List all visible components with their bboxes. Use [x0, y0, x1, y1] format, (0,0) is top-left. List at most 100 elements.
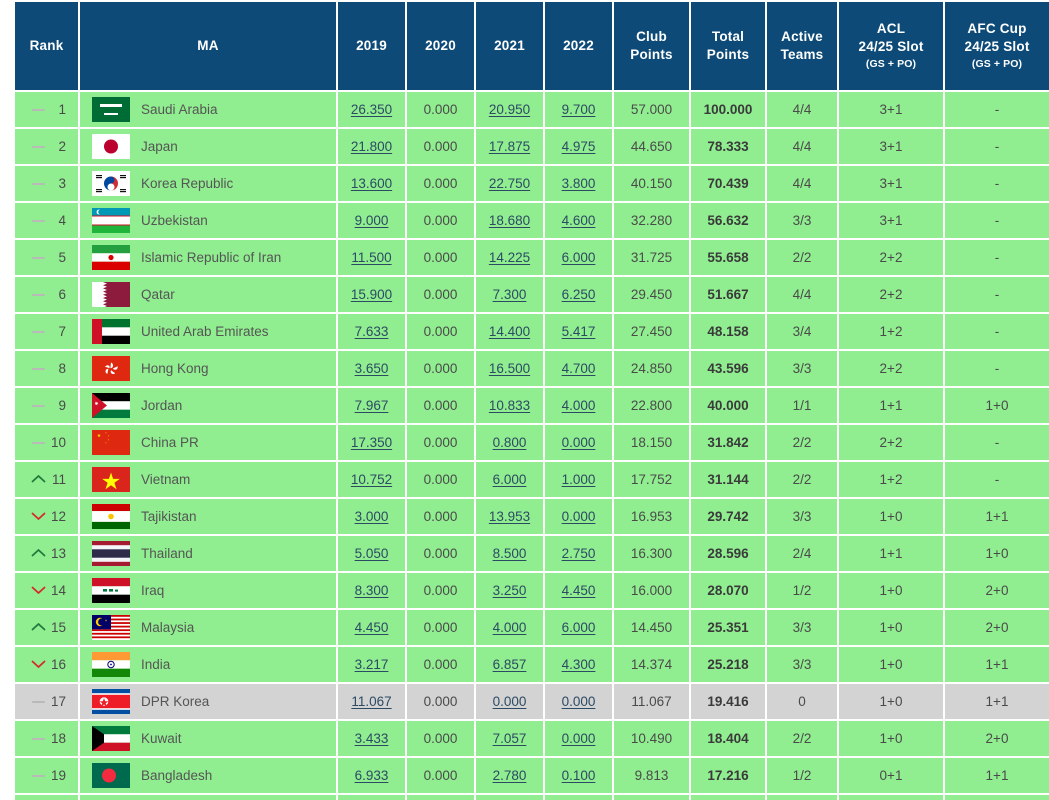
- points-link-2019[interactable]: 7.633: [355, 324, 389, 339]
- points-link-2019[interactable]: 9.000: [355, 213, 389, 228]
- points-link-2021[interactable]: 0.800: [493, 435, 527, 450]
- points-link-2021[interactable]: 7.300: [493, 287, 527, 302]
- cell-active-teams: 4/4: [767, 166, 837, 201]
- active-teams: 1/2: [792, 583, 812, 598]
- points-link-2022[interactable]: 6.000: [562, 620, 596, 635]
- table-row[interactable]: 20Lebanon6.9330.0002.6670.0009.60016.842…: [15, 795, 1049, 800]
- col-header-total-points[interactable]: Total Points: [691, 2, 765, 90]
- points-link-2019[interactable]: 3.000: [355, 509, 389, 524]
- col-header-ma[interactable]: MA: [80, 2, 336, 90]
- points-link-2021[interactable]: 7.057: [493, 731, 527, 746]
- points-link-2022[interactable]: 4.450: [562, 583, 596, 598]
- table-row[interactable]: 7 United Arab Emirates 7.633 0.000 14.400 5.4…: [15, 314, 1049, 349]
- points-link-2021[interactable]: 8.500: [493, 546, 527, 561]
- points-link-2021[interactable]: 22.750: [489, 176, 530, 191]
- points-link-2021[interactable]: 20.950: [489, 102, 530, 117]
- points-link-2022[interactable]: 5.417: [562, 324, 596, 339]
- table-row[interactable]: 10 China PR 17.350 0.000 0.800 0.000 18.150 31.…: [15, 425, 1049, 460]
- points-link-2022[interactable]: 0.000: [562, 435, 596, 450]
- points-link-2019[interactable]: 7.967: [355, 398, 389, 413]
- acl-slot: 1+0: [879, 620, 903, 635]
- table-row[interactable]: 16 India 3.217 0.000 6.857 4.300 14.374 25.218 3…: [15, 647, 1049, 682]
- points-link-2021[interactable]: 6.000: [493, 472, 527, 487]
- col-header-afccup-slot[interactable]: AFC Cup 24/25 Slot (GS + PO): [945, 2, 1049, 90]
- club-points: 29.450: [630, 287, 673, 302]
- points-link-2021[interactable]: 17.875: [489, 139, 530, 154]
- table-row[interactable]: 9 Jordan 7.967 0.000 10.833 4.000 22.800 40.000…: [15, 388, 1049, 423]
- table-row[interactable]: 8 Hong Kong 3.650 0.000 16.500 4.700 24.850 43.…: [15, 351, 1049, 386]
- cell-2020: 0.000: [407, 462, 474, 497]
- points-link-2019[interactable]: 11.500: [351, 250, 391, 265]
- club-points: 18.150: [630, 435, 673, 450]
- points-link-2019[interactable]: 3.650: [355, 361, 389, 376]
- points-link-2022[interactable]: 0.100: [562, 768, 596, 783]
- points-link-2019[interactable]: 15.900: [351, 287, 392, 302]
- points-link-2019[interactable]: 26.350: [351, 102, 392, 117]
- points-link-2022[interactable]: 6.250: [562, 287, 596, 302]
- points-link-2019[interactable]: 5.050: [355, 546, 389, 561]
- table-row[interactable]: 11 Vietnam 10.752 0.000 6.000 1.000 17.752 31.1…: [15, 462, 1049, 497]
- cell-2021: 20.950: [476, 92, 543, 127]
- col-header-active-teams[interactable]: Active Teams: [767, 2, 837, 90]
- table-row[interactable]: 12 Tajikistan 3.000 0.000 13.953 0.000 16.953 2…: [15, 499, 1049, 534]
- points-link-2019[interactable]: 11.067: [351, 694, 391, 709]
- points-link-2022[interactable]: 1.000: [562, 472, 596, 487]
- points-link-2022[interactable]: 2.750: [562, 546, 596, 561]
- table-row[interactable]: 6 Qatar 15.900 0.000 7.300 6.250 29.450 51.667 4…: [15, 277, 1049, 312]
- table-row[interactable]: 2 Japan 21.800 0.000 17.875 4.975 44.650 78.333…: [15, 129, 1049, 164]
- table-row[interactable]: 15 Malaysia 4.450 0.000 4.000 6.000 14.450 25.3…: [15, 610, 1049, 645]
- afccup-slot: 2+0: [985, 620, 1009, 635]
- points-link-2019[interactable]: 8.300: [355, 583, 389, 598]
- col-header-club-points[interactable]: Club Points: [614, 2, 689, 90]
- points-link-2021[interactable]: 14.400: [489, 324, 530, 339]
- col-header-rank[interactable]: Rank: [15, 2, 78, 90]
- points-link-2021[interactable]: 6.857: [493, 657, 527, 672]
- points-link-2019[interactable]: 10.752: [351, 472, 392, 487]
- points-link-2021[interactable]: 0.000: [493, 694, 527, 709]
- points-link-2021[interactable]: 14.225: [489, 250, 530, 265]
- table-row[interactable]: 3 Korea Republic 13.600 0.000 22.750 3.800 40.…: [15, 166, 1049, 201]
- points-link-2022[interactable]: 0.000: [562, 694, 596, 709]
- table-row[interactable]: 1 Saudi Arabia 26.350 0.000 20.950 9.700 57.00…: [15, 92, 1049, 127]
- points-2020: 0.000: [423, 324, 458, 339]
- points-link-2021[interactable]: 16.500: [489, 361, 530, 376]
- col-header-2019[interactable]: 2019: [338, 2, 405, 90]
- points-link-2019[interactable]: 6.933: [355, 768, 389, 783]
- rank-movement: [25, 256, 51, 259]
- points-link-2021[interactable]: 13.953: [489, 509, 530, 524]
- col-header-2021[interactable]: 2021: [476, 2, 543, 90]
- points-link-2022[interactable]: 4.000: [562, 398, 596, 413]
- points-link-2019[interactable]: 17.350: [351, 435, 392, 450]
- col-header-2020[interactable]: 2020: [407, 2, 474, 90]
- points-link-2022[interactable]: 6.000: [562, 250, 596, 265]
- points-link-2021[interactable]: 2.780: [493, 768, 527, 783]
- table-row[interactable]: 14 Iraq 8.300 0.000 3.250 4.450 16.000 28.070 1/…: [15, 573, 1049, 608]
- points-link-2022[interactable]: 4.975: [562, 139, 596, 154]
- col-header-2022[interactable]: 2022: [545, 2, 612, 90]
- points-link-2021[interactable]: 10.833: [489, 398, 530, 413]
- table-row[interactable]: 18 Kuwait 3.433 0.000 7.057 0.000 10.490 18.404…: [15, 721, 1049, 756]
- table-row[interactable]: 4 Uzbekistan 9.000 0.000 18.680 4.600 32.280 56…: [15, 203, 1049, 238]
- points-link-2022[interactable]: 4.600: [562, 213, 596, 228]
- points-link-2019[interactable]: 3.217: [355, 657, 389, 672]
- points-link-2022[interactable]: 0.000: [562, 509, 596, 524]
- points-link-2022[interactable]: 4.700: [562, 361, 596, 376]
- table-row[interactable]: 13 Thailand 5.050 0.000 8.500 2.750 16.300 28.5…: [15, 536, 1049, 571]
- points-link-2021[interactable]: 3.250: [493, 583, 527, 598]
- table-row[interactable]: 19 Bangladesh 6.933 0.000 2.780 0.100 9.813 17.…: [15, 758, 1049, 793]
- total-points: 78.333: [707, 139, 749, 154]
- table-row[interactable]: 5 Islamic Republic of Iran 11.500 0.000 14.2…: [15, 240, 1049, 275]
- points-link-2021[interactable]: 18.680: [489, 213, 530, 228]
- points-link-2019[interactable]: 13.600: [351, 176, 392, 191]
- points-link-2022[interactable]: 4.300: [562, 657, 596, 672]
- club-points: 10.490: [630, 731, 673, 746]
- points-link-2019[interactable]: 3.433: [355, 731, 389, 746]
- points-link-2021[interactable]: 4.000: [493, 620, 527, 635]
- points-link-2019[interactable]: 4.450: [355, 620, 389, 635]
- points-link-2022[interactable]: 9.700: [562, 102, 596, 117]
- points-link-2022[interactable]: 0.000: [562, 731, 596, 746]
- points-link-2019[interactable]: 21.800: [351, 139, 392, 154]
- col-header-acl-slot[interactable]: ACL 24/25 Slot (GS + PO): [839, 2, 943, 90]
- table-row[interactable]: 17 DPR Korea 11.067 0.000 0.000 0.000 11.067 19…: [15, 684, 1049, 719]
- points-link-2022[interactable]: 3.800: [562, 176, 596, 191]
